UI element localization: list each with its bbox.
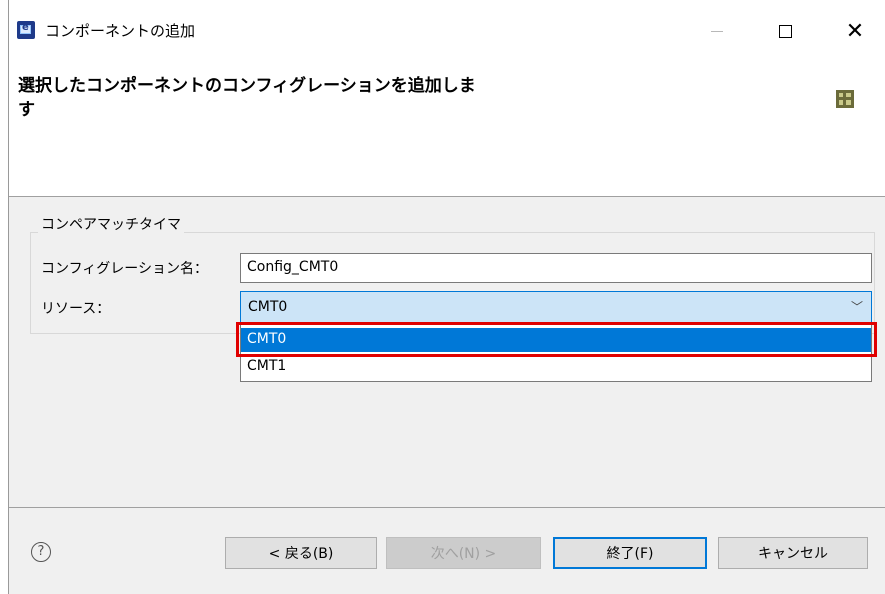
dropdown-option-cmt1[interactable]: CMT1	[241, 355, 871, 379]
maximize-button[interactable]	[762, 14, 808, 48]
resource-selected-value: CMT0	[248, 299, 288, 315]
finish-button-label: 終了(F)	[606, 546, 654, 562]
resource-label: リソース：	[41, 301, 111, 317]
minimize-button[interactable]	[694, 14, 740, 48]
cancel-button[interactable]: キャンセル	[718, 537, 868, 569]
config-name-input[interactable]: Config_CMT0	[240, 253, 872, 283]
close-icon: ✕	[845, 18, 865, 44]
group-label: コンペアマッチタイマ	[38, 214, 184, 234]
next-button-label: 次へ(N) >	[430, 546, 497, 562]
window-title: コンポーネントの追加	[45, 22, 196, 40]
resource-select[interactable]: CMT0 ﹀	[240, 291, 872, 323]
cancel-button-label: キャンセル	[758, 546, 828, 562]
next-button[interactable]: 次へ(N) >	[386, 537, 541, 569]
minimize-icon	[711, 30, 723, 32]
maximize-icon	[778, 24, 792, 38]
resource-dropdown-list: CMT0 CMT1	[240, 324, 872, 382]
help-icon[interactable]: ?	[31, 542, 51, 562]
back-button-label: < 戻る(B)	[268, 546, 334, 562]
page-title: 選択したコンポーネントのコンフィグレーションを追加します	[18, 76, 476, 120]
component-grid-icon	[836, 90, 854, 108]
chevron-down-icon: ﹀	[850, 300, 863, 314]
back-button[interactable]: < 戻る(B)	[225, 537, 377, 569]
finish-button[interactable]: 終了(F)	[553, 537, 707, 569]
app-icon	[17, 21, 35, 39]
config-name-label: コンフィグレーション名：	[41, 261, 209, 277]
close-button[interactable]: ✕	[832, 14, 878, 48]
config-name-value: Config_CMT0	[247, 259, 339, 275]
dropdown-option-cmt0[interactable]: CMT0	[241, 328, 871, 352]
